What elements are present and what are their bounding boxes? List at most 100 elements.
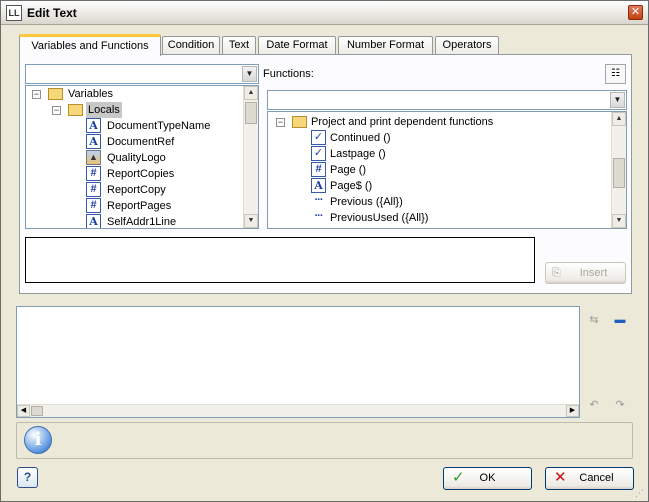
title-bar[interactable]: LL Edit Text ✕ xyxy=(1,1,648,25)
undo-icon[interactable]: ↶ xyxy=(586,397,602,413)
tree-item-qualitylogo[interactable]: ▲ QualityLogo xyxy=(26,150,244,166)
text-variable-icon: A xyxy=(86,134,101,149)
text-function-icon: A xyxy=(311,178,326,193)
tree-item-label: ReportPages xyxy=(107,200,172,212)
tree-item-selfaddr1line[interactable]: A SelfAddr1Line xyxy=(26,214,244,228)
cancel-button-label: Cancel xyxy=(579,472,614,484)
tree-item-reportpages[interactable]: # ReportPages xyxy=(26,198,244,214)
variables-folder-icon xyxy=(48,88,63,100)
tree-item-variables[interactable]: − Variables xyxy=(26,86,244,102)
variables-filter-combo[interactable]: ▼ xyxy=(25,64,259,84)
text-variable-icon: A xyxy=(86,118,101,133)
tree-item-label: DocumentTypeName xyxy=(107,120,211,132)
window-title: Edit Text xyxy=(27,6,77,20)
numeric-variable-icon: # xyxy=(86,182,101,197)
formula-wizard-icon[interactable]: ▬ xyxy=(612,312,628,328)
redo-icon[interactable]: ↷ xyxy=(612,397,628,413)
tree-item-documenttypename[interactable]: A DocumentTypeName xyxy=(26,118,244,134)
ok-button[interactable]: ✓ OK xyxy=(443,467,532,490)
tree-item-locals[interactable]: − Locals xyxy=(26,102,244,118)
tree-item-label: PreviousUsed ({All}) xyxy=(330,212,429,224)
tree-item-label: Lastpage () xyxy=(330,148,386,160)
chevron-down-icon[interactable]: ▼ xyxy=(242,66,257,82)
tree-item-label: SelfAddr1Line xyxy=(107,216,177,228)
variables-scrollbar[interactable]: ▲ ▼ xyxy=(243,86,258,228)
tree-item-label: Page$ () xyxy=(330,180,373,192)
tree-item-page-string[interactable]: A Page$ () xyxy=(268,178,611,194)
tree-item-page[interactable]: # Page () xyxy=(268,162,611,178)
app-icon: LL xyxy=(6,5,22,21)
variables-tree[interactable]: − Variables − Locals A DocumentTypeName … xyxy=(25,85,259,229)
insert-button[interactable]: ⎘ Insert xyxy=(545,262,626,284)
tree-item-lastpage[interactable]: ✓ Lastpage () xyxy=(268,146,611,162)
resize-grip-icon[interactable]: ⋰ xyxy=(635,488,645,498)
help-button[interactable]: ? xyxy=(17,467,38,488)
tree-item-label: Variables xyxy=(68,88,114,100)
tree-item-previous[interactable]: ··· Previous ({All}) xyxy=(268,194,611,210)
info-icon: i xyxy=(24,426,52,454)
collapse-icon[interactable]: − xyxy=(52,106,61,115)
close-button[interactable]: ✕ xyxy=(628,5,643,20)
tree-item-label: Project and print dependent functions xyxy=(311,116,494,128)
boolean-function-icon: ✓ xyxy=(311,146,326,161)
tab-variables-and-functions[interactable]: Variables and Functions xyxy=(19,34,161,56)
ok-button-label: OK xyxy=(479,472,496,484)
scroll-left-icon[interactable]: ◀ xyxy=(17,405,30,417)
folder-icon xyxy=(292,116,307,128)
tree-item-label: DocumentRef xyxy=(107,136,175,148)
functions-filter-combo[interactable]: ▼ xyxy=(267,90,627,110)
tree-item-label: Page () xyxy=(330,164,367,176)
close-icon: ✕ xyxy=(630,6,641,18)
tree-item-project-functions[interactable]: − Project and print dependent functions xyxy=(268,114,611,130)
tab-operators[interactable]: Operators xyxy=(435,36,499,55)
tree-item-reportcopies[interactable]: # ReportCopies xyxy=(26,166,244,182)
scroll-down-icon[interactable]: ▼ xyxy=(244,214,258,228)
numeric-variable-icon: # xyxy=(86,166,101,181)
tree-item-label: ReportCopies xyxy=(107,168,175,180)
scroll-up-icon[interactable]: ▲ xyxy=(244,86,258,100)
scroll-down-icon[interactable]: ▼ xyxy=(612,214,626,228)
info-box: i xyxy=(16,422,633,459)
tree-item-label: Locals xyxy=(86,102,122,118)
chevron-down-icon[interactable]: ▼ xyxy=(610,92,625,108)
tree-item-continued[interactable]: ✓ Continued () xyxy=(268,130,611,146)
functions-scrollbar[interactable]: ▲ ▼ xyxy=(611,112,626,228)
function-filter-button[interactable]: ☷ xyxy=(605,64,626,84)
x-icon: ✕ xyxy=(554,469,567,486)
any-function-icon: ··· xyxy=(314,194,324,206)
formula-editor[interactable]: ◀ ▶ xyxy=(16,306,580,418)
insert-icon: ⎘ xyxy=(552,267,561,279)
description-box xyxy=(25,237,535,283)
tree-item-label: Previous ({All}) xyxy=(330,196,403,208)
scroll-thumb[interactable] xyxy=(31,406,43,416)
collapse-icon[interactable]: − xyxy=(32,90,41,99)
tab-number-format[interactable]: Number Format xyxy=(338,36,433,55)
scroll-thumb[interactable] xyxy=(245,102,257,124)
cancel-button[interactable]: ✕ Cancel xyxy=(545,467,634,490)
numeric-variable-icon: # xyxy=(86,198,101,213)
scroll-right-icon[interactable]: ▶ xyxy=(566,405,579,417)
editor-hscrollbar[interactable]: ◀ ▶ xyxy=(17,404,579,417)
functions-tree[interactable]: − Project and print dependent functions … xyxy=(267,111,627,229)
scroll-thumb[interactable] xyxy=(613,158,625,188)
wrap-icon[interactable]: ⇆ xyxy=(586,312,602,328)
tree-item-documentref[interactable]: A DocumentRef xyxy=(26,134,244,150)
boolean-function-icon: ✓ xyxy=(311,130,326,145)
tab-date-format[interactable]: Date Format xyxy=(258,36,336,55)
tree-item-label: Continued () xyxy=(330,132,391,144)
folder-icon xyxy=(68,104,83,116)
variables-and-functions-panel: ▼ − Variables − Locals A DocumentTypeNam… xyxy=(19,54,632,294)
tree-item-reportcopy[interactable]: # ReportCopy xyxy=(26,182,244,198)
scroll-up-icon[interactable]: ▲ xyxy=(612,112,626,126)
tree-item-label: QualityLogo xyxy=(107,152,166,164)
list-filter-icon: ☷ xyxy=(611,68,620,79)
check-icon: ✓ xyxy=(452,469,465,486)
tab-text[interactable]: Text xyxy=(222,36,256,55)
collapse-icon[interactable]: − xyxy=(276,118,285,127)
help-icon: ? xyxy=(23,470,32,484)
text-variable-icon: A xyxy=(86,214,101,228)
picture-variable-icon: ▲ xyxy=(86,150,101,165)
tree-item-previousused[interactable]: ··· PreviousUsed ({All}) xyxy=(268,210,611,226)
tree-item-label: ReportCopy xyxy=(107,184,166,196)
tab-condition[interactable]: Condition xyxy=(162,36,220,55)
